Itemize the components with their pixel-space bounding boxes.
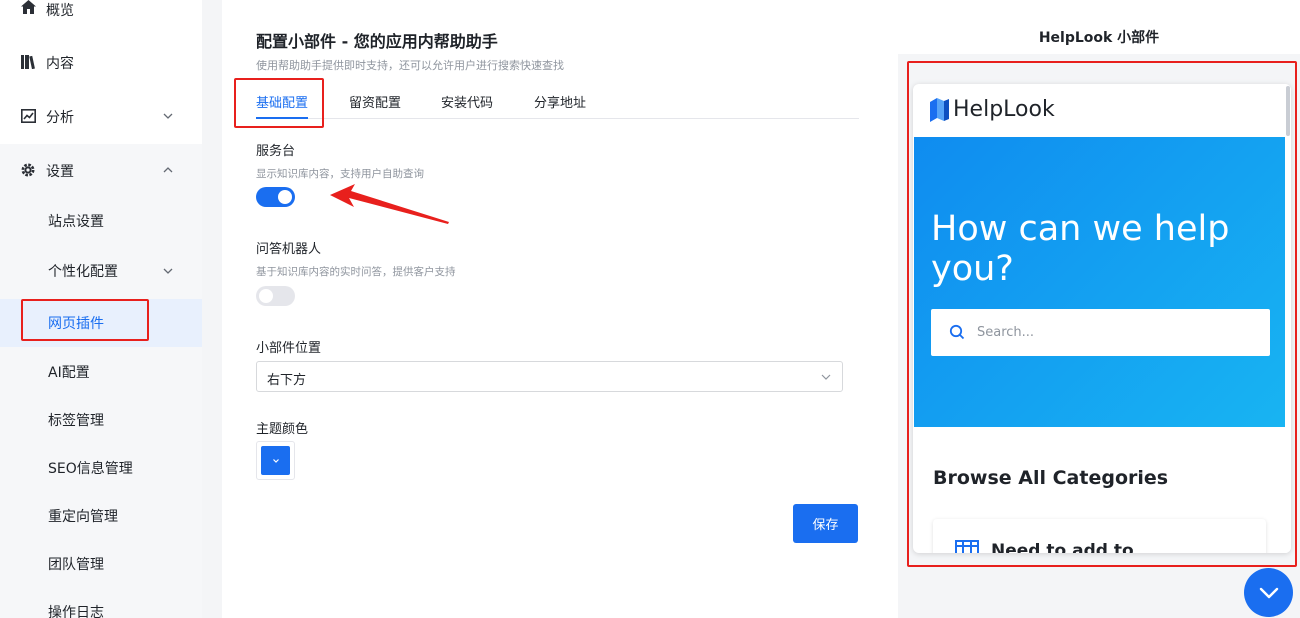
page-title: 配置小部件 - 您的应用内帮助助手 [256, 32, 498, 51]
chevron-down-icon [272, 458, 279, 463]
theme-color-picker[interactable] [256, 441, 295, 480]
annotation-box-web-plugin [21, 299, 149, 341]
widget-position-select[interactable]: 右下方 [256, 361, 843, 392]
annotation-box-widget-preview [907, 61, 1297, 567]
config-tabs: 基础配置 留资配置 安装代码 分享地址 [256, 86, 859, 119]
chart-icon [20, 108, 36, 124]
book-icon [20, 54, 36, 70]
annotation-arrow [330, 184, 449, 224]
sidebar-item-settings[interactable]: 设置 [0, 144, 202, 196]
service-desk-label: 服务台 [256, 144, 296, 159]
sidebar-item-label: SEO信息管理 [48, 461, 133, 477]
widget-position-value: 右下方 [267, 373, 307, 388]
layout-gutter [202, 0, 222, 618]
sidebar-item-analytics[interactable]: 分析 [0, 106, 202, 126]
widget-position-label: 小部件位置 [256, 341, 322, 356]
sidebar-subitem-tag-management[interactable]: 标签管理 [0, 396, 202, 444]
qa-bot-desc: 基于知识库内容的实时问答，提供客户支持 [256, 266, 456, 278]
sidebar-subitem-team[interactable]: 团队管理 [0, 540, 202, 588]
toggle-knob [259, 289, 273, 303]
sidebar-subitem-personalization[interactable]: 个性化配置 [0, 247, 202, 295]
sidebar-subitem-seo[interactable]: SEO信息管理 [0, 444, 202, 492]
sidebar-item-label: AI配置 [48, 365, 90, 381]
toggle-knob [278, 190, 292, 204]
sidebar-item-label: 重定向管理 [48, 509, 118, 525]
service-desk-desc: 显示知识库内容，支持用户自助查询 [256, 168, 424, 180]
sidebar-item-label: 概览 [46, 3, 74, 19]
sidebar-item-label: 设置 [46, 164, 74, 180]
sidebar-subitem-ai-config[interactable]: AI配置 [0, 348, 202, 396]
tab-share-url[interactable]: 分享地址 [534, 92, 586, 119]
annotation-box-basic-tab [234, 78, 324, 128]
sidebar-item-label: 个性化配置 [48, 264, 118, 280]
gear-icon [20, 162, 36, 178]
sidebar-subitem-site-settings[interactable]: 站点设置 [0, 197, 202, 245]
sidebar-item-label: 标签管理 [48, 413, 104, 429]
sidebar-item-label: 团队管理 [48, 557, 104, 573]
sidebar-item-label: 内容 [46, 56, 74, 72]
home-icon [20, 0, 36, 15]
qa-bot-label: 问答机器人 [256, 242, 322, 257]
tab-lead-capture[interactable]: 留资配置 [349, 92, 401, 119]
sidebar-subitem-redirect[interactable]: 重定向管理 [0, 492, 202, 540]
sidebar-item-overview[interactable]: 概览 [0, 0, 202, 19]
chevron-down-icon [163, 268, 173, 274]
theme-color-label: 主题颜色 [256, 422, 309, 437]
sidebar-item-content[interactable]: 内容 [0, 52, 202, 72]
tab-install-code[interactable]: 安装代码 [441, 92, 493, 119]
chevron-up-icon [163, 167, 173, 173]
preview-title: HelpLook 小部件 [1038, 30, 1160, 46]
sidebar-item-label: 站点设置 [48, 214, 104, 230]
chevron-down-icon [163, 113, 173, 119]
sidebar-subitem-logs[interactable]: 操作日志 [0, 588, 202, 618]
save-button[interactable]: 保存 [793, 504, 858, 543]
sidebar-item-label: 操作日志 [48, 605, 104, 618]
color-swatch [261, 446, 290, 475]
chevron-down-icon [1259, 587, 1278, 598]
widget-launcher-button[interactable] [1244, 568, 1293, 617]
qa-bot-toggle[interactable] [256, 286, 295, 306]
chevron-down-icon [821, 374, 831, 380]
sidebar-item-label: 分析 [46, 110, 74, 126]
page-subtitle: 使用帮助助手提供即时支持，还可以允许用户进行搜索快速查找 [256, 59, 564, 72]
service-desk-toggle[interactable] [256, 187, 295, 207]
